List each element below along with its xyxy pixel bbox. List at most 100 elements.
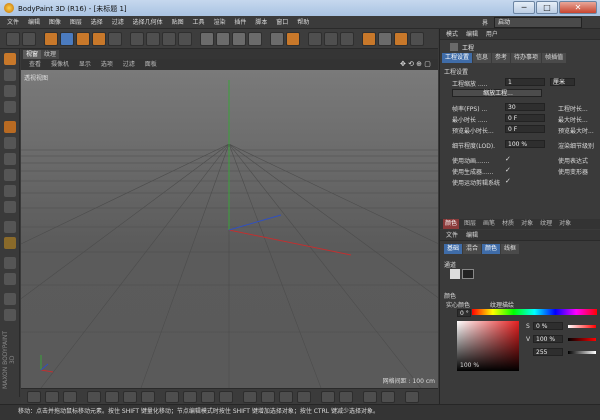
layout-dropdown[interactable]: 启动 (494, 17, 582, 28)
undo-icon[interactable] (6, 32, 20, 46)
viewport-menu-camera[interactable]: 摄像机 (51, 59, 69, 70)
coordinate-system-icon[interactable] (178, 32, 192, 46)
bottom-tool-16-icon[interactable] (321, 391, 335, 403)
subtab-color[interactable]: 颜色 (482, 244, 501, 254)
channel-swatch-icon[interactable] (450, 269, 460, 279)
scale-project-button[interactable]: 缩放工程... (452, 89, 542, 97)
selection-tool-icon[interactable] (4, 53, 16, 65)
alpha-input[interactable]: 255 (533, 348, 563, 356)
bottom-tool-13-icon[interactable] (261, 391, 275, 403)
menu-filter[interactable]: 过滤 (112, 16, 124, 29)
menu-render[interactable]: 渲染 (213, 16, 225, 29)
clone-tool-icon[interactable] (4, 221, 16, 233)
cube-3-icon[interactable] (394, 32, 408, 46)
move-icon[interactable] (60, 32, 74, 46)
bottom-tool-10-icon[interactable] (201, 391, 215, 403)
bottom-tool-19-icon[interactable] (381, 391, 395, 403)
scale-icon[interactable] (76, 32, 90, 46)
lasso-tool-icon[interactable] (4, 69, 16, 81)
attr-mode-menu[interactable]: 模式 (446, 29, 458, 40)
x-axis-icon[interactable] (130, 32, 144, 46)
scale-input[interactable]: 1 (505, 78, 545, 86)
bottom-tool-11-icon[interactable] (219, 391, 233, 403)
bottom-tool-18-icon[interactable] (363, 391, 377, 403)
transform-tool-icon[interactable] (4, 293, 16, 305)
menu-plugins[interactable]: 插件 (234, 16, 246, 29)
tab-reference[interactable]: 参考 (492, 53, 511, 63)
render-picture-icon[interactable] (286, 32, 300, 46)
menu-image[interactable]: 图像 (49, 16, 61, 29)
viewport-menu-display[interactable]: 显示 (79, 59, 91, 70)
live-select-icon[interactable] (44, 32, 58, 46)
use-animation-checkbox[interactable]: ✓ (505, 155, 511, 163)
channel-preview-icon[interactable] (462, 269, 474, 279)
brush-tool-icon[interactable] (4, 121, 16, 133)
viewport-nav-icons[interactable]: ✥ ⟲ ⊕ ▢ (400, 60, 431, 68)
fill-tool-icon[interactable] (4, 185, 16, 197)
attr-edit-menu[interactable]: 编辑 (466, 29, 478, 40)
viewport-menu-filter[interactable]: 过滤 (123, 59, 135, 70)
tab-todo[interactable]: 待办事项 (511, 53, 542, 63)
bottom-tool-17-icon[interactable] (339, 391, 353, 403)
menu-edit[interactable]: 编辑 (28, 16, 40, 29)
s-slider[interactable] (568, 325, 596, 328)
checker-2-icon[interactable] (324, 32, 338, 46)
minimize-button[interactable]: ─ (513, 1, 535, 14)
text-tool-icon[interactable] (4, 309, 16, 321)
paint-tool-4-icon[interactable] (248, 32, 262, 46)
mat-file-menu[interactable]: 文件 (446, 230, 458, 241)
tab-project-settings[interactable]: 工程设置 (442, 53, 473, 63)
menu-help[interactable]: 帮助 (297, 16, 309, 29)
attr-user-menu[interactable]: 用户 (486, 29, 498, 40)
tab-viewport[interactable]: 视窗 (23, 50, 42, 59)
bottom-tool-8-icon[interactable] (165, 391, 179, 403)
tab-texture-list[interactable]: 纹理 (538, 219, 554, 229)
hue-input[interactable]: 0 ° (457, 309, 471, 317)
redo-icon[interactable] (22, 32, 36, 46)
checker-3-icon[interactable] (340, 32, 354, 46)
bottom-tool-7-icon[interactable] (141, 391, 155, 403)
tab-color[interactable]: 颜色 (443, 219, 460, 229)
z-axis-icon[interactable] (162, 32, 176, 46)
paint-tool-2-icon[interactable] (216, 32, 230, 46)
smudge-tool-icon[interactable] (4, 201, 16, 213)
subtab-basic[interactable]: 基础 (444, 244, 463, 254)
cube-4-icon[interactable] (410, 32, 424, 46)
texture-paint-option[interactable]: 纹理描绘 (490, 300, 514, 309)
paint-tool-icon[interactable] (200, 32, 214, 46)
subtab-wireframe[interactable]: 线框 (501, 244, 520, 254)
v-input[interactable]: 100 % (533, 335, 563, 343)
bottom-tool-5-icon[interactable] (105, 391, 119, 403)
recent-tool-icon[interactable] (108, 32, 122, 46)
bottom-tool-6-icon[interactable] (123, 391, 137, 403)
solid-color-option[interactable]: 实心颜色 (446, 300, 470, 309)
polygon-select-icon[interactable] (4, 85, 16, 97)
subtab-mix[interactable]: 混合 (463, 244, 482, 254)
viewport-menu-options[interactable]: 选项 (101, 59, 113, 70)
viewport-menu-view[interactable]: 查看 (29, 59, 41, 70)
v-slider[interactable] (568, 338, 596, 341)
use-motion-checkbox[interactable]: ✓ (505, 177, 511, 185)
menu-select-geometry[interactable]: 选择几何体 (133, 16, 163, 29)
preview-min-input[interactable]: 0 F (505, 125, 545, 133)
y-axis-icon[interactable] (146, 32, 160, 46)
checker-1-icon[interactable] (308, 32, 322, 46)
fps-input[interactable]: 30 (505, 103, 545, 111)
paint-tool-3-icon[interactable] (232, 32, 246, 46)
close-button[interactable]: ✕ (559, 1, 597, 14)
tab-object[interactable]: 对象 (519, 219, 535, 229)
bottom-tool-12-icon[interactable] (243, 391, 257, 403)
tab-layers[interactable]: 图层 (462, 219, 478, 229)
bottom-tool-1-icon[interactable] (27, 391, 41, 403)
scale-unit-select[interactable]: 厘米 (550, 78, 575, 86)
menu-window[interactable]: 窗口 (276, 16, 288, 29)
bottom-tool-3-icon[interactable] (63, 391, 77, 403)
bottom-tool-20-icon[interactable] (405, 391, 419, 403)
menu-script[interactable]: 脚本 (255, 16, 267, 29)
eyedropper-tool-icon[interactable] (4, 257, 16, 269)
bottom-tool-14-icon[interactable] (279, 391, 293, 403)
tab-material[interactable]: 材质 (500, 219, 516, 229)
cube-icon[interactable] (362, 32, 376, 46)
mat-edit-menu[interactable]: 编辑 (466, 230, 478, 241)
menu-select[interactable]: 选择 (91, 16, 103, 29)
